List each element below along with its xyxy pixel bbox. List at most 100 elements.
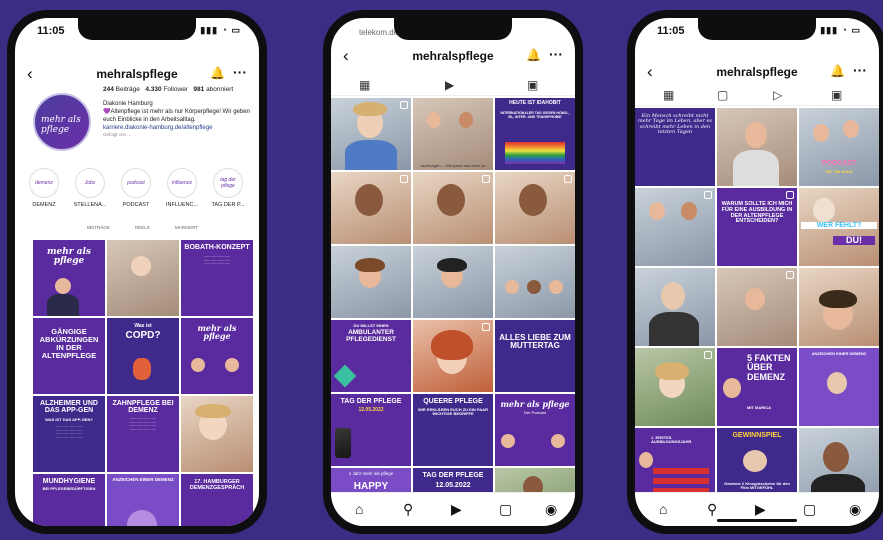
following-count[interactable]: 981 xyxy=(193,86,204,93)
avatar[interactable]: mehr als pflege xyxy=(33,93,91,151)
bell-icon[interactable]: 🔔 xyxy=(210,66,225,80)
tagged-icon[interactable]: ▣ xyxy=(527,78,538,92)
more-icon[interactable]: ··· xyxy=(853,62,867,78)
post-tile[interactable]: ANZEICHEN EINER DEMENZ xyxy=(799,348,879,426)
bottom-nav: ⌂ ⚲ ▶ ▢ ◉ xyxy=(331,492,575,526)
phone-screen: 11:05 ▮▮▮ ◔ ▭ ‹ mehralspflege 🔔 ··· mehr… xyxy=(15,18,259,526)
highlight-demenz[interactable]: demenz DEMENZ xyxy=(25,168,63,208)
post-tile[interactable]: Ein Mensch schreibt nicht mehr Tage im L… xyxy=(635,108,715,186)
post-tile[interactable] xyxy=(413,320,493,392)
phone-profile-grid: 11:05 ▮▮▮ ◔ ▭ ‹ mehralspflege 🔔 ··· ▦ ▢ … xyxy=(627,10,883,534)
status-time: 11:05 xyxy=(657,25,685,37)
more-icon[interactable]: ··· xyxy=(233,64,247,80)
reels-icon[interactable]: ▢ xyxy=(717,88,728,102)
post-tile[interactable] xyxy=(331,246,411,318)
highlight-podcast[interactable]: podcast PODCAST xyxy=(117,168,155,208)
profile-header: ‹ mehralspflege 🔔 ··· xyxy=(331,46,575,68)
notch xyxy=(698,18,816,40)
post-tile[interactable]: 5 FAKTEN ÜBER DEMENZ MIT MARICA xyxy=(717,348,797,426)
phone-profile: 11:05 ▮▮▮ ◔ ▭ ‹ mehralspflege 🔔 ··· mehr… xyxy=(7,10,267,534)
post-tile[interactable] xyxy=(413,172,493,244)
home-icon[interactable]: ⌂ xyxy=(355,501,363,517)
profile-tabs: BEITRÄGE REELS MARKIERT xyxy=(15,225,259,237)
tab-tagged[interactable]: MARKIERT xyxy=(175,225,198,230)
post-tile[interactable]: HEUTE IST IDAHOBIT INTERNATIONALER TAG GE… xyxy=(495,98,575,170)
signal-wifi-battery-icon: ▮▮▮ ◔ ▭ xyxy=(200,25,241,35)
post-tile[interactable] xyxy=(799,268,879,346)
post-tile[interactable]: mehr als pflege Der Podcast xyxy=(495,394,575,466)
home-icon[interactable]: ⌂ xyxy=(659,501,667,517)
bell-icon[interactable]: 🔔 xyxy=(526,48,541,62)
post-tile[interactable]: TAG DER PFLEGE 12.05.2022 xyxy=(331,394,411,466)
tagged-icon[interactable]: ▣ xyxy=(831,88,842,102)
highlight-tag-der-pflege[interactable]: tag der pflege TAG DER P... xyxy=(209,168,247,208)
shop-icon[interactable]: ▢ xyxy=(499,501,512,518)
grid-icon[interactable]: ▦ xyxy=(359,78,370,92)
highlight-influence[interactable]: influence INFLUENC... xyxy=(163,168,201,208)
post-grid: Ein Mensch schreibt nicht mehr Tage im L… xyxy=(635,108,879,506)
tab-posts[interactable]: BEITRÄGE xyxy=(87,225,110,230)
bio-name: Diakonie Hamburg xyxy=(103,101,153,107)
post-tile[interactable] xyxy=(717,268,797,346)
profile-header: ‹ mehralspflege 🔔 ··· xyxy=(15,64,259,86)
followers-count[interactable]: 4.330 xyxy=(145,86,161,93)
post-tile[interactable]: DU WILLST EINEN AMBULANTER PFLEGEDIENST xyxy=(331,320,411,392)
post-tile[interactable]: ALLES LIEBE ZUM MUTTERTAG xyxy=(495,320,575,392)
post-tile[interactable]: 17. HAMBURGER DEMENZGESPRÄCH xyxy=(181,474,253,526)
post-tile[interactable]: BOBATH-KONZEPT ······················· ···… xyxy=(181,240,253,316)
video-icon[interactable]: ▷ xyxy=(773,88,782,102)
reels-nav-icon[interactable]: ▶ xyxy=(755,501,766,518)
tab-reels[interactable]: REELS xyxy=(135,225,150,230)
post-tile[interactable] xyxy=(495,246,575,318)
notch xyxy=(394,18,512,40)
bio-text: 💜Altenpflege ist mehr als nur Körperpfle… xyxy=(103,109,250,123)
bell-icon[interactable]: 🔔 xyxy=(830,64,845,78)
profile-icon[interactable]: ◉ xyxy=(545,501,557,518)
profile-stats: 244 Beiträge 4.330 Follower 981 abonnier… xyxy=(103,86,233,93)
reels-nav-icon[interactable]: ▶ xyxy=(451,501,462,518)
profile-header: ‹ mehralspflege 🔔 ··· xyxy=(635,62,879,84)
phone-screen: telekom.de ‹ mehralspflege 🔔 ··· ▦ ▶ ▣ w… xyxy=(331,18,575,526)
status-time: 11:05 xyxy=(37,25,65,37)
followed-by: Gefolgt von ... xyxy=(103,132,132,137)
shop-icon[interactable]: ▢ xyxy=(803,501,816,518)
post-tile[interactable] xyxy=(635,268,715,346)
post-tile[interactable]: WER FEHLT? DU! xyxy=(799,188,879,266)
profile-bio: Diakonie Hamburg 💜Altenpflege ist mehr a… xyxy=(103,100,251,138)
post-tile[interactable] xyxy=(413,246,493,318)
post-tile[interactable]: QUEERE PFLEGE WIR ERKLÄREN EUCH ZU EIN PA… xyxy=(413,394,493,466)
post-tile[interactable] xyxy=(635,348,715,426)
following-label: abonniert xyxy=(206,86,234,93)
highlight-jobs[interactable]: Jobs STELLENA... xyxy=(71,168,109,208)
post-tile[interactable]: mehr als pflege xyxy=(181,318,253,394)
post-tile[interactable]: WARUM SOLLTE ICH MICH FÜR EINE AUSBILDUN… xyxy=(717,188,797,266)
more-icon[interactable]: ··· xyxy=(549,46,563,62)
search-icon[interactable]: ⚲ xyxy=(403,501,413,518)
bio-link[interactable]: karriere.diakonie-hamburg.de/altenpflege xyxy=(103,124,251,132)
post-tile[interactable] xyxy=(717,108,797,186)
post-tile[interactable] xyxy=(107,240,179,316)
post-tile[interactable] xyxy=(495,172,575,244)
post-tile[interactable]: wichtungen – Wie passt das denn zu xyxy=(413,98,493,170)
post-tile[interactable] xyxy=(331,172,411,244)
post-tile[interactable]: ZAHNPFLEGE BEI DEMENZ ···················… xyxy=(107,396,179,472)
post-tile[interactable]: Was ist COPD? xyxy=(107,318,179,394)
status-carrier: telekom.de xyxy=(359,28,399,37)
signal-wifi-battery-icon: ▮▮▮ ◔ ▭ xyxy=(820,25,861,35)
reels-icon[interactable]: ▶ xyxy=(445,78,454,92)
posts-label: Beiträge xyxy=(115,86,140,93)
post-tile[interactable]: MUNDHYGIENE BEI PFLEGEBEDÜRFTIGEN xyxy=(33,474,105,526)
post-tile[interactable]: ANZEICHEN EINER DEMENZ xyxy=(107,474,179,526)
profile-icon[interactable]: ◉ xyxy=(849,501,861,518)
post-tile[interactable]: PODCAST MIT JIM AYASI xyxy=(799,108,879,186)
post-tile[interactable] xyxy=(331,98,411,170)
search-icon[interactable]: ⚲ xyxy=(707,501,717,518)
phone-reels-grid: telekom.de ‹ mehralspflege 🔔 ··· ▦ ▶ ▣ w… xyxy=(323,10,583,534)
post-tile[interactable]: ALZHEIMER UND DAS APP-GEN WAS IST DAS APP… xyxy=(33,396,105,472)
grid-icon[interactable]: ▦ xyxy=(663,88,674,102)
post-tile[interactable]: GÄNGIGE ABKÜRZUNGEN IN DER ALTENPFLEGE xyxy=(33,318,105,394)
home-indicator xyxy=(717,519,797,522)
post-tile[interactable] xyxy=(181,396,253,472)
post-tile[interactable]: mehr als pflege xyxy=(33,240,105,316)
post-tile[interactable] xyxy=(635,188,715,266)
